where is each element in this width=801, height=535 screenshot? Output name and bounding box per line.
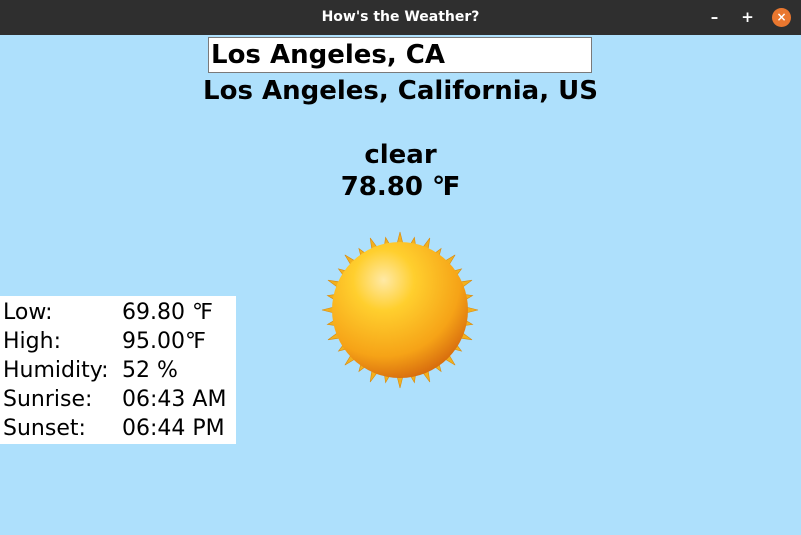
location-name: Los Angeles, California, US xyxy=(203,76,598,106)
detail-value: 06:43 AM xyxy=(122,387,227,412)
minimize-button[interactable]: – xyxy=(705,8,724,27)
maximize-button[interactable]: + xyxy=(738,8,757,27)
current-temperature: 78.80 ℉ xyxy=(340,172,461,202)
detail-label: Sunrise: xyxy=(3,387,93,412)
weather-app-window: How's the Weather? – + × Los Angeles, Ca… xyxy=(0,0,801,535)
detail-value: 52 % xyxy=(122,358,178,383)
weather-condition: clear xyxy=(364,140,437,170)
detail-value: 06:44 PM xyxy=(122,416,225,441)
detail-label: High: xyxy=(3,329,61,354)
window-title: How's the Weather? xyxy=(321,9,480,25)
detail-row-sunset: Sunset: 06:44 PM xyxy=(0,414,236,443)
detail-value: 95.00℉ xyxy=(122,329,206,354)
detail-label: Humidity: xyxy=(3,358,109,383)
detail-row-sunrise: Sunrise: 06:43 AM xyxy=(0,385,236,414)
detail-label: Sunset: xyxy=(3,416,86,441)
weather-details-panel: Low: 69.80 ℉ High: 95.00℉ Humidity: 52 %… xyxy=(0,296,236,444)
close-button[interactable]: × xyxy=(772,8,791,27)
city-search-input[interactable] xyxy=(208,37,592,73)
title-bar[interactable]: How's the Weather? – + × xyxy=(0,0,801,35)
detail-row-high: High: 95.00℉ xyxy=(0,327,236,356)
sun-icon xyxy=(321,231,479,389)
detail-row-humidity: Humidity: 52 % xyxy=(0,356,236,385)
detail-row-low: Low: 69.80 ℉ xyxy=(0,298,236,327)
detail-label: Low: xyxy=(3,300,53,325)
detail-value: 69.80 ℉ xyxy=(122,300,213,325)
